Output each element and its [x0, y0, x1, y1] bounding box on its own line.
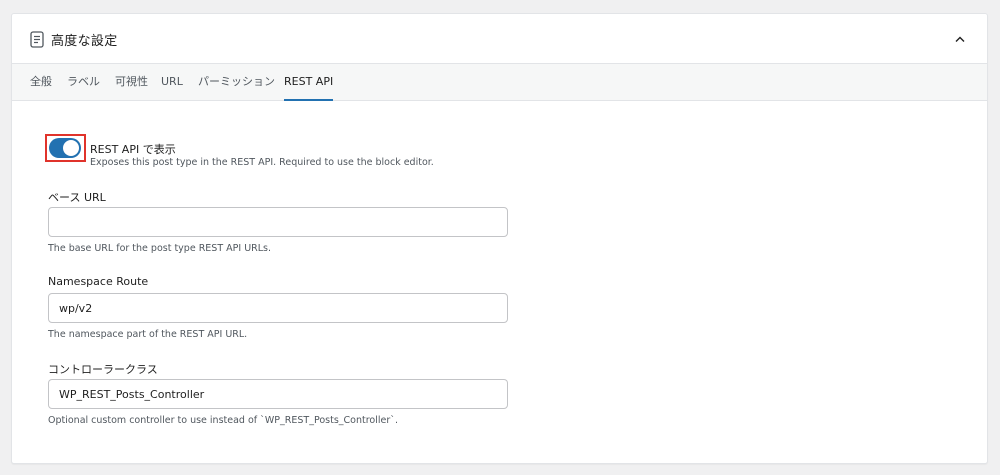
tab-permissions[interactable]: パーミッション [198, 64, 275, 101]
collapse-button[interactable] [949, 28, 971, 50]
document-icon [30, 31, 44, 48]
advanced-settings-panel: 高度な設定 全般 ラベル 可視性 URL パーミッション REST API RE… [11, 13, 988, 464]
tab-rest-api[interactable]: REST API [284, 64, 334, 101]
settings-tabs: 全般 ラベル 可視性 URL パーミッション REST API [12, 64, 987, 101]
namespace-help: The namespace part of the REST API URL. [48, 329, 248, 340]
controller-help: Optional custom controller to use instea… [48, 415, 399, 426]
panel-title: 高度な設定 [51, 34, 118, 49]
controller-input[interactable] [48, 379, 508, 409]
show-in-rest-help: Exposes this post type in the REST API. … [90, 157, 434, 168]
tab-visibility[interactable]: 可視性 [115, 64, 148, 101]
base-url-input[interactable] [48, 207, 508, 237]
show-in-rest-label: REST API で表示 [90, 143, 176, 156]
panel-header[interactable]: 高度な設定 [12, 14, 987, 64]
base-url-label: ベース URL [48, 191, 106, 204]
base-url-help: The base URL for the post type REST API … [48, 243, 272, 254]
chevron-up-icon [955, 36, 965, 42]
namespace-input[interactable] [48, 293, 508, 323]
tab-general[interactable]: 全般 [30, 64, 52, 101]
namespace-label: Namespace Route [48, 275, 149, 288]
tab-labels[interactable]: ラベル [67, 64, 100, 101]
show-in-rest-toggle[interactable] [49, 138, 81, 158]
tab-url[interactable]: URL [161, 64, 183, 101]
toggle-knob [63, 140, 79, 156]
controller-label: コントローラークラス [48, 363, 158, 376]
